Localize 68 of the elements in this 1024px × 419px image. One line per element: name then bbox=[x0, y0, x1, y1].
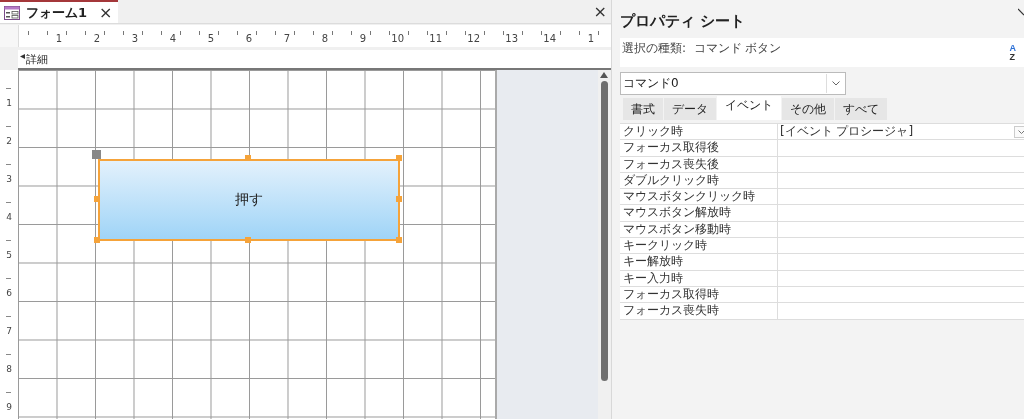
property-name[interactable]: フォーカス取得後 bbox=[620, 140, 778, 156]
ruler-number: 2 bbox=[93, 34, 100, 44]
property-name[interactable]: フォーカス喪失後 bbox=[620, 156, 778, 172]
ruler-number: 4 bbox=[169, 34, 176, 44]
close-button[interactable]: × bbox=[589, 2, 611, 21]
property-name[interactable]: マウスボタンクリック時 bbox=[620, 189, 778, 205]
ruler-number: 5 bbox=[6, 250, 12, 260]
property-name[interactable]: マウスボタン移動時 bbox=[620, 221, 778, 238]
property-name[interactable]: マウスボタン解放時 bbox=[620, 205, 778, 221]
ruler-number: 12 bbox=[467, 34, 480, 44]
property-name[interactable]: クリック時 bbox=[620, 124, 778, 140]
property-name[interactable]: キークリック時 bbox=[620, 238, 778, 254]
ruler-number: 4 bbox=[6, 212, 12, 222]
property-tab[interactable]: データ bbox=[664, 98, 717, 120]
ruler-number: 10 bbox=[391, 34, 404, 44]
property-tab[interactable]: イベント bbox=[717, 96, 782, 120]
command-button[interactable]: 押す bbox=[98, 159, 400, 241]
property-tab[interactable]: すべて bbox=[835, 98, 888, 120]
property-name[interactable]: ダブルクリック時 bbox=[620, 172, 778, 189]
ruler-number: 1 bbox=[55, 34, 62, 44]
property-tab[interactable]: 書式 bbox=[623, 98, 664, 120]
resize-handle[interactable] bbox=[396, 155, 402, 161]
ruler-number: 6 bbox=[245, 34, 252, 44]
ruler-number: 14 bbox=[543, 34, 556, 44]
resize-handle[interactable] bbox=[245, 237, 251, 243]
property-name[interactable]: キー入力時 bbox=[620, 270, 778, 286]
ruler-number: 1 bbox=[6, 98, 12, 108]
ruler-number: 3 bbox=[6, 174, 12, 184]
object-dropdown[interactable]: コマンド0 bbox=[620, 72, 846, 95]
resize-handle[interactable] bbox=[245, 155, 251, 161]
ruler-number: 3 bbox=[131, 34, 138, 44]
ruler-number: 11 bbox=[429, 34, 442, 44]
chevron-down-icon bbox=[831, 81, 840, 86]
ruler-number: 13 bbox=[505, 34, 518, 44]
dropdown-button[interactable] bbox=[1014, 125, 1024, 138]
form-icon bbox=[4, 5, 20, 20]
property-name[interactable]: フォーカス取得時 bbox=[620, 286, 778, 303]
property-tab[interactable]: その他 bbox=[782, 98, 835, 120]
resize-handle[interactable] bbox=[396, 237, 402, 243]
sort-button[interactable]: A Z bbox=[1009, 44, 1016, 62]
property-value-field[interactable]: [イベント プロシージャ] bbox=[778, 124, 1024, 140]
scroll-up-icon[interactable] bbox=[600, 72, 608, 78]
ruler-number: 2 bbox=[6, 136, 12, 146]
ruler-number: 9 bbox=[359, 34, 366, 44]
ruler-number: 5 bbox=[207, 34, 214, 44]
ruler-number: 9 bbox=[6, 402, 12, 412]
scrollbar-thumb[interactable] bbox=[600, 81, 608, 381]
ruler-number: 8 bbox=[321, 34, 328, 44]
resize-handle[interactable] bbox=[396, 196, 402, 202]
move-handle[interactable] bbox=[92, 150, 101, 159]
ruler-number: 7 bbox=[6, 326, 12, 336]
chevron-down-icon bbox=[1017, 129, 1024, 134]
ruler-number: 7 bbox=[283, 34, 290, 44]
arrow-icon bbox=[20, 54, 25, 59]
resize-handle[interactable] bbox=[94, 196, 100, 202]
ruler-number: 8 bbox=[6, 364, 12, 374]
panel-title: プロパティ シート bbox=[620, 11, 746, 31]
selection-type-label: 選択の種類: コマンド ボタン bbox=[622, 40, 782, 57]
close-icon[interactable] bbox=[1018, 8, 1024, 18]
tab-close-button[interactable]: × bbox=[99, 3, 113, 22]
ruler-number: 6 bbox=[6, 288, 12, 298]
section-label: 詳細 bbox=[26, 51, 48, 67]
tab-title: フォーム1 bbox=[26, 3, 88, 22]
document-tab[interactable]: フォーム1 × bbox=[0, 0, 119, 23]
property-name[interactable]: キー解放時 bbox=[620, 254, 778, 270]
property-name[interactable]: フォーカス喪失時 bbox=[620, 303, 778, 319]
ruler-number: 1 bbox=[587, 34, 594, 44]
resize-handle[interactable] bbox=[94, 237, 100, 243]
